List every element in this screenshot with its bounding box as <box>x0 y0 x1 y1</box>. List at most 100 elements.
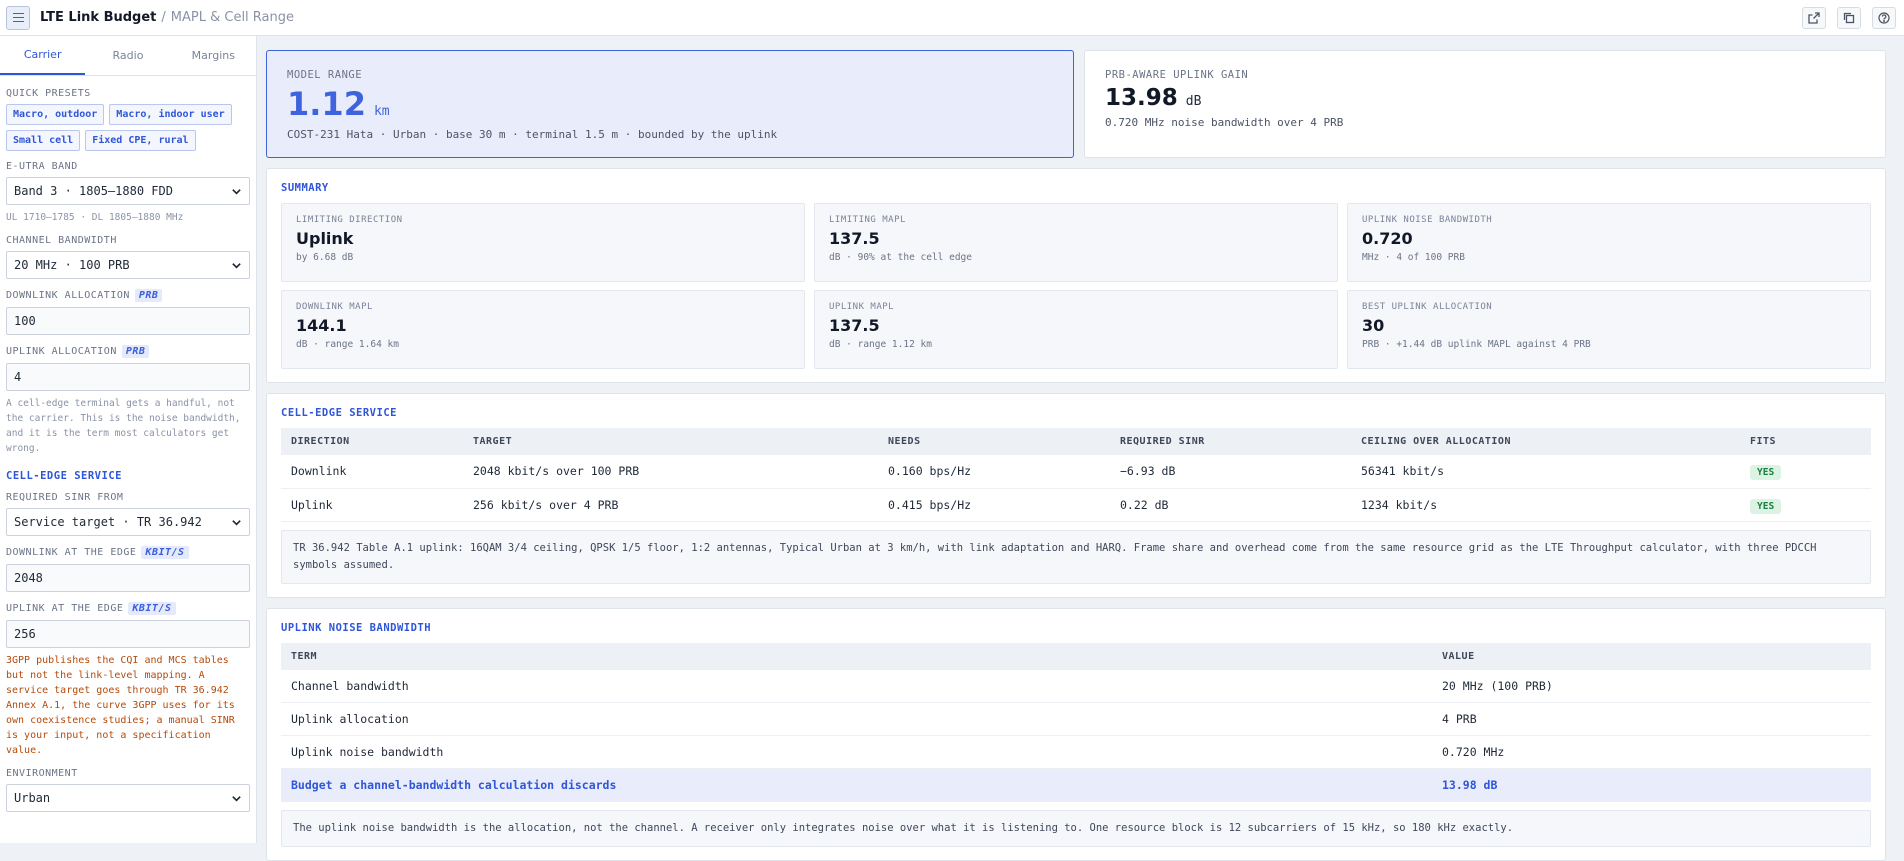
bandwidth-select[interactable]: 20 MHz · 100 PRB <box>6 251 250 279</box>
unit-tag: PRB <box>122 345 150 358</box>
summary-card-value: Uplink <box>296 229 790 248</box>
help-icon[interactable] <box>1872 7 1896 29</box>
uplink-gain-value: 13.98 <box>1105 85 1178 111</box>
cell-needs: 0.415 bps/Hz <box>878 488 1110 521</box>
col-direction: DIRECTION <box>281 428 463 455</box>
preset-fixed-cpe[interactable]: Fixed CPE, rural <box>85 130 195 151</box>
bandwidth-select-value: 20 MHz · 100 PRB <box>14 258 130 272</box>
summary-card-label: BEST UPLINK ALLOCATION <box>1362 302 1856 312</box>
preset-macro-indoor[interactable]: Macro, indoor user <box>109 104 231 125</box>
breadcrumb-separator: / <box>161 10 165 25</box>
ul-alloc-input[interactable]: 4 <box>6 363 250 391</box>
preset-macro-outdoor[interactable]: Macro, outdoor <box>6 104 104 125</box>
app-title: LTE Link Budget <box>40 10 156 25</box>
summary-card-value: 0.720 <box>1362 229 1856 248</box>
col-target: TARGET <box>463 428 878 455</box>
summary-card-sub: MHz · 4 of 100 PRB <box>1362 252 1856 263</box>
summary-card-value: 137.5 <box>829 316 1323 335</box>
sidebar-tabs: Carrier Radio Margins <box>0 36 256 76</box>
uplink-gain-sub: 0.720 MHz noise bandwidth over 4 PRB <box>1105 116 1865 129</box>
cell-fits: YES <box>1740 455 1871 488</box>
model-range-sub: COST-231 Hata · Urban · base 30 m · term… <box>287 128 1053 141</box>
col-ceiling: CEILING OVER ALLOCATION <box>1351 428 1740 455</box>
model-range-value: 1.12 <box>287 85 366 123</box>
tab-carrier[interactable]: Carrier <box>0 36 85 75</box>
sidebar: Carrier Radio Margins QUICK PRESETS Macr… <box>0 36 257 843</box>
summary-card: DOWNLINK MAPL 144.1 dB · range 1.64 km <box>281 290 805 369</box>
summary-card: LIMITING DIRECTION Uplink by 6.68 dB <box>281 203 805 282</box>
edge-service-heading: CELL-EDGE SERVICE <box>6 470 250 482</box>
col-value: VALUE <box>1432 643 1871 670</box>
noise-note: The uplink noise bandwidth is the alloca… <box>281 810 1871 847</box>
ul-edge-input[interactable]: 256 <box>6 620 250 648</box>
band-hint: UL 1710–1785 · DL 1805–1880 MHz <box>6 210 250 225</box>
summary-card-label: LIMITING DIRECTION <box>296 215 790 225</box>
main-content: MODEL RANGE 1.12 km COST-231 Hata · Urba… <box>266 50 1893 861</box>
unit-tag: KBIT/S <box>141 546 188 559</box>
cell-edge-service-title: CELL-EDGE SERVICE <box>281 407 1871 419</box>
uplink-noise-panel: UPLINK NOISE BANDWIDTH TERM VALUE Channe… <box>266 608 1886 861</box>
cell-value: 13.98 dB <box>1432 769 1871 802</box>
uplink-gain-label: PRB-AWARE UPLINK GAIN <box>1105 69 1865 81</box>
model-range-card: MODEL RANGE 1.12 km COST-231 Hata · Urba… <box>266 50 1074 158</box>
chevron-down-icon <box>231 186 242 197</box>
fits-badge: YES <box>1750 465 1781 480</box>
summary-panel: SUMMARY LIMITING DIRECTION Uplink by 6.6… <box>266 168 1886 383</box>
noise-table: TERM VALUE Channel bandwidth 20 MHz (100… <box>281 643 1871 803</box>
cell-ceiling: 56341 kbit/s <box>1351 455 1740 488</box>
table-row: Downlink 2048 kbit/s over 100 PRB 0.160 … <box>281 455 1871 488</box>
quick-presets-label: QUICK PRESETS <box>6 88 250 99</box>
preset-group: Macro, outdoor Macro, indoor user Small … <box>6 104 250 151</box>
table-row: Uplink allocation 4 PRB <box>281 703 1871 736</box>
cell-direction: Downlink <box>281 455 463 488</box>
dl-edge-label: DOWNLINK AT THE EDGE KBIT/S <box>6 546 250 559</box>
ul-alloc-label-text: UPLINK ALLOCATION <box>6 346 117 357</box>
cell-term: Budget a channel-bandwidth calculation d… <box>281 769 1432 802</box>
ul-alloc-label: UPLINK ALLOCATION PRB <box>6 345 250 358</box>
copy-icon[interactable] <box>1837 7 1861 29</box>
sinr-from-select[interactable]: Service target · TR 36.942 <box>6 508 250 536</box>
cell-value: 20 MHz (100 PRB) <box>1432 670 1871 703</box>
band-label: E-UTRA BAND <box>6 161 250 172</box>
fits-badge: YES <box>1750 499 1781 514</box>
uplink-noise-title: UPLINK NOISE BANDWIDTH <box>281 622 1871 634</box>
preset-small-cell[interactable]: Small cell <box>6 130 80 151</box>
tab-radio[interactable]: Radio <box>85 36 170 75</box>
cell-target: 256 kbit/s over 4 PRB <box>463 488 878 521</box>
menu-icon[interactable] <box>6 6 30 30</box>
sinr-from-label: REQUIRED SINR FROM <box>6 492 250 503</box>
summary-card: LIMITING MAPL 137.5 dB · 90% at the cell… <box>814 203 1338 282</box>
col-fits: FITS <box>1740 428 1871 455</box>
ul-edge-label-text: UPLINK AT THE EDGE <box>6 603 123 614</box>
top-bar: LTE Link Budget / MAPL & Cell Range <box>0 0 1904 36</box>
bandwidth-label: CHANNEL BANDWIDTH <box>6 235 250 246</box>
summary-title: SUMMARY <box>281 182 1871 194</box>
summary-card-label: DOWNLINK MAPL <box>296 302 790 312</box>
summary-card-sub: dB · range 1.12 km <box>829 339 1323 350</box>
summary-card-value: 30 <box>1362 316 1856 335</box>
cell-value: 0.720 MHz <box>1432 736 1871 769</box>
external-link-icon[interactable] <box>1802 7 1826 29</box>
summary-card-label: UPLINK MAPL <box>829 302 1323 312</box>
dl-edge-input[interactable]: 2048 <box>6 564 250 592</box>
band-select[interactable]: Band 3 · 1805–1880 FDD <box>6 177 250 205</box>
breadcrumb: MAPL & Cell Range <box>171 10 294 25</box>
environment-select[interactable]: Urban <box>6 784 250 812</box>
table-row: Channel bandwidth 20 MHz (100 PRB) <box>281 670 1871 703</box>
unit-tag: PRB <box>135 289 163 302</box>
cell-needs: 0.160 bps/Hz <box>878 455 1110 488</box>
cell-term: Uplink noise bandwidth <box>281 736 1432 769</box>
summary-card: BEST UPLINK ALLOCATION 30 PRB · +1.44 dB… <box>1347 290 1871 369</box>
uplink-gain-card: PRB-AWARE UPLINK GAIN 13.98 dB 0.720 MHz… <box>1084 50 1886 158</box>
cell-edge-service-panel: CELL-EDGE SERVICE DIRECTION TARGET NEEDS… <box>266 393 1886 598</box>
model-range-unit: km <box>374 104 390 119</box>
summary-card-sub: dB · 90% at the cell edge <box>829 252 1323 263</box>
tab-margins[interactable]: Margins <box>171 36 256 75</box>
ul-edge-label: UPLINK AT THE EDGE KBIT/S <box>6 602 250 615</box>
summary-card-label: LIMITING MAPL <box>829 215 1323 225</box>
chevron-down-icon <box>231 517 242 528</box>
dl-edge-label-text: DOWNLINK AT THE EDGE <box>6 547 136 558</box>
band-select-value: Band 3 · 1805–1880 FDD <box>14 184 173 198</box>
dl-alloc-input[interactable]: 100 <box>6 307 250 335</box>
cell-ceiling: 1234 kbit/s <box>1351 488 1740 521</box>
